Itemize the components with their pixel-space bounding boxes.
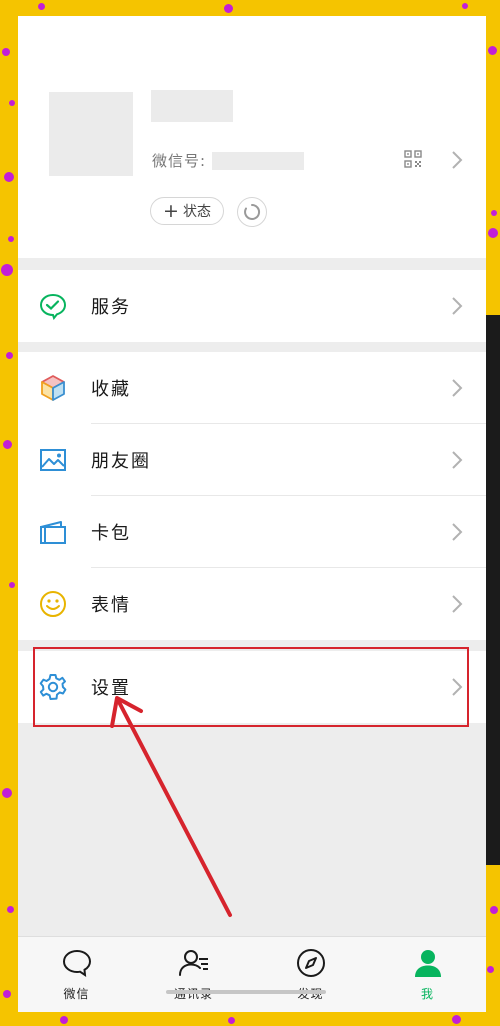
chevron-right-icon <box>452 297 463 315</box>
decor-dot <box>2 788 12 798</box>
chevron-right-icon <box>452 595 463 613</box>
decor-dot <box>491 210 497 216</box>
compass-icon <box>296 949 325 977</box>
plus-icon: + <box>163 199 179 222</box>
decor-dot <box>462 3 468 9</box>
decor-dot <box>7 906 14 913</box>
decor-dot <box>3 440 12 449</box>
decor-dot <box>490 906 498 914</box>
menu-item-services[interactable]: 服务 <box>18 270 486 342</box>
decor-dot <box>488 228 498 238</box>
status-ring-button[interactable] <box>237 197 267 227</box>
profile-header[interactable]: 微信号: + 状态 <box>18 16 486 258</box>
menu-item-cards[interactable]: 卡包 <box>18 496 486 568</box>
menu-item-favorites[interactable]: 收藏 <box>18 352 486 424</box>
phone-screen: 微信号: + 状态 服务 收藏 朋友圈 卡包 表情 设置 微信 通讯录 发现 我 <box>18 16 486 1012</box>
home-indicator <box>166 990 326 994</box>
menu-item-label: 朋友圈 <box>91 451 151 472</box>
chat-bubble-icon <box>62 949 91 977</box>
decor-dot <box>487 966 494 973</box>
chevron-right-icon <box>452 151 463 169</box>
decor-dot <box>3 990 11 998</box>
wechat-id-label: 微信号: <box>152 152 207 170</box>
decor-dot <box>224 4 233 13</box>
add-status-button[interactable]: + 状态 <box>150 197 224 225</box>
status-label: 状态 <box>182 204 211 220</box>
background-photo-edge <box>486 315 500 865</box>
bottom-tab-bar: 微信 通讯录 发现 我 <box>18 936 486 1012</box>
wechat-id: 微信号: <box>152 150 305 171</box>
chevron-right-icon <box>452 379 463 397</box>
decor-dot <box>452 1015 461 1024</box>
decor-dot <box>228 1017 235 1024</box>
smiley-icon <box>39 590 67 618</box>
decor-dot <box>9 582 15 588</box>
decor-dot <box>2 48 10 56</box>
services-icon <box>39 292 67 320</box>
decor-dot <box>9 100 15 106</box>
tab-contacts[interactable]: 通讯录 <box>135 937 252 1012</box>
person-icon <box>414 950 441 977</box>
contacts-icon <box>178 950 208 976</box>
ring-icon <box>244 203 261 220</box>
menu-item-label: 收藏 <box>91 379 131 400</box>
menu-item-label: 卡包 <box>91 523 131 544</box>
chevron-right-icon <box>452 523 463 541</box>
moments-image-icon <box>39 446 67 474</box>
tab-label: 微信 <box>63 987 90 1001</box>
wallet-card-icon <box>39 518 67 546</box>
tab-me[interactable]: 我 <box>369 937 486 1012</box>
decor-dot <box>4 172 14 182</box>
favorites-cube-icon <box>39 374 67 402</box>
qr-code-icon[interactable] <box>404 150 422 168</box>
wechat-id-redacted <box>212 151 305 170</box>
tab-chats[interactable]: 微信 <box>18 937 135 1012</box>
chevron-right-icon <box>452 451 463 469</box>
features-section: 收藏 朋友圈 卡包 表情 <box>18 352 486 640</box>
settings-highlight-box <box>33 647 469 727</box>
decor-dot <box>8 236 14 242</box>
menu-item-stickers[interactable]: 表情 <box>18 568 486 640</box>
tab-discover[interactable]: 发现 <box>252 937 369 1012</box>
menu-item-label: 服务 <box>91 297 131 318</box>
decor-dot <box>488 46 497 55</box>
decor-dot <box>6 352 13 359</box>
decor-dot <box>1 264 13 276</box>
menu-item-label: 表情 <box>91 595 131 616</box>
decor-dot <box>38 3 45 10</box>
avatar[interactable] <box>49 92 133 176</box>
nickname-redacted <box>151 90 233 122</box>
tab-label: 我 <box>420 987 434 1001</box>
decor-dot <box>60 1016 68 1024</box>
menu-item-moments[interactable]: 朋友圈 <box>18 424 486 496</box>
services-section: 服务 <box>18 270 486 342</box>
